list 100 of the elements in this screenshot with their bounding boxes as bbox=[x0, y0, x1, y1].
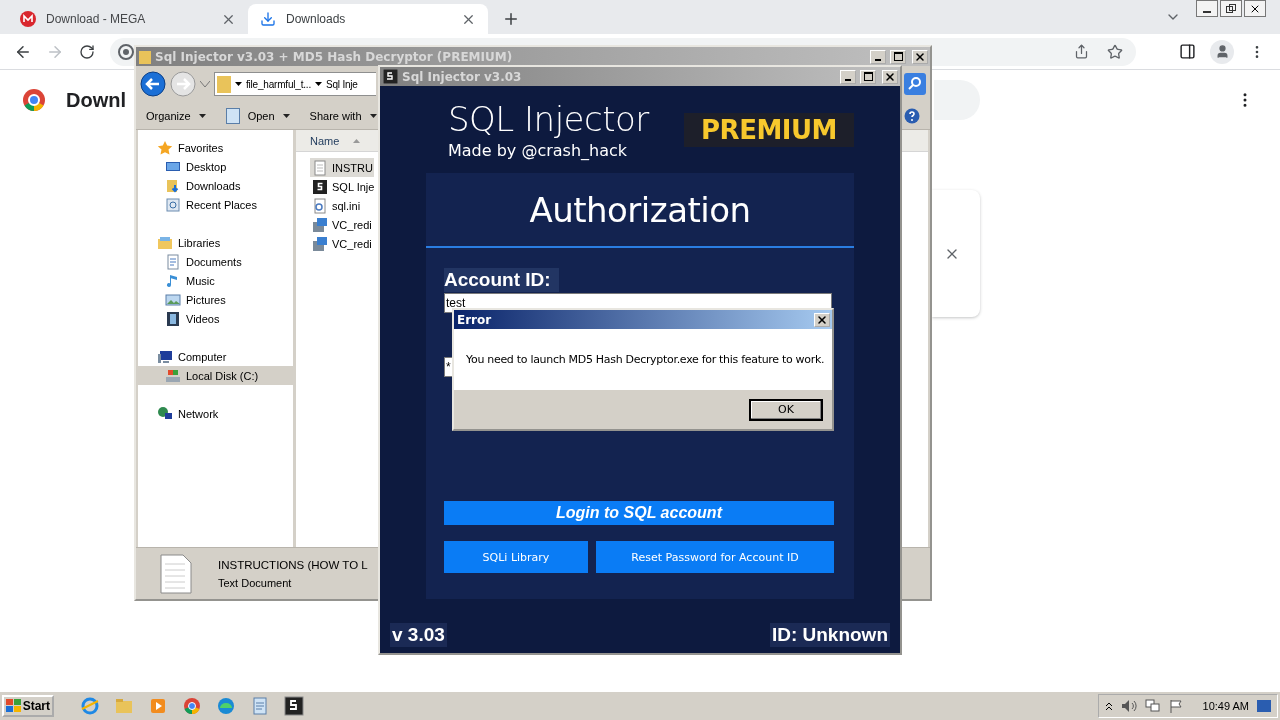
installer-icon bbox=[312, 235, 328, 252]
search-icon[interactable] bbox=[904, 73, 926, 95]
browser-tab[interactable]: Downloads bbox=[248, 4, 488, 34]
close-button[interactable] bbox=[1244, 0, 1266, 17]
app-icon bbox=[312, 178, 328, 195]
letter-circle-icon bbox=[20, 11, 36, 27]
file-name: INSTRUCTIONS (HOW TO L bbox=[218, 558, 368, 571]
chevron-up-icon[interactable] bbox=[1104, 701, 1113, 711]
nav-item[interactable]: Recent Places bbox=[138, 195, 293, 214]
caret-icon bbox=[282, 113, 290, 118]
file-item[interactable]: VC_redi bbox=[310, 234, 374, 253]
folder-icon bbox=[217, 75, 231, 93]
document-icon bbox=[165, 253, 181, 270]
nav-item[interactable]: Videos bbox=[138, 309, 293, 328]
flag-icon[interactable] bbox=[1168, 699, 1183, 713]
minimize-icon bbox=[875, 58, 881, 61]
download-icon bbox=[260, 11, 276, 27]
panel-heading: Authorization bbox=[426, 173, 854, 248]
app-icon[interactable] bbox=[282, 694, 306, 718]
caret-icon bbox=[314, 82, 322, 86]
file-item[interactable]: sql.ini bbox=[310, 196, 374, 215]
maximize-button[interactable] bbox=[890, 49, 906, 64]
file-item[interactable]: INSTRU bbox=[310, 158, 374, 177]
minimize-button[interactable] bbox=[1196, 0, 1218, 17]
minimize-icon bbox=[1203, 10, 1211, 13]
restore-icon bbox=[1226, 4, 1236, 13]
toolbar-button[interactable]: Open bbox=[225, 107, 290, 124]
reload-button[interactable] bbox=[78, 42, 96, 61]
star-icon[interactable] bbox=[1106, 42, 1124, 61]
windows-logo-icon bbox=[6, 699, 21, 713]
ok-button[interactable]: OK bbox=[749, 398, 823, 421]
browser-logo-icon bbox=[22, 88, 46, 112]
library-icon bbox=[157, 234, 173, 251]
help-icon[interactable] bbox=[904, 107, 920, 124]
restore-button[interactable] bbox=[1220, 0, 1242, 17]
address-field[interactable]: file_harmful_t... Sql Inje bbox=[214, 72, 376, 96]
computer-icon bbox=[157, 348, 173, 365]
toolbar-button[interactable]: Share with bbox=[309, 109, 377, 122]
premium-badge: PREMIUM bbox=[684, 112, 854, 147]
caret-icon[interactable] bbox=[200, 81, 210, 87]
nav-item[interactable]: Documents bbox=[138, 252, 293, 271]
window-title: Sql Injector v3.03 + MD5 Hash Decryptor (PREMIUM) bbox=[155, 49, 514, 64]
action-button[interactable]: SQLi Library bbox=[444, 541, 588, 573]
credit-text: Made by @crash_hack bbox=[448, 141, 629, 160]
folder-icon bbox=[139, 49, 151, 64]
film-icon bbox=[165, 310, 181, 327]
toolbar-button[interactable]: Organize bbox=[146, 109, 206, 122]
close-icon bbox=[884, 70, 896, 83]
nav-item[interactable]: Local Disk (C:) bbox=[138, 366, 293, 385]
window-title: Sql Injector v3.03 bbox=[402, 69, 523, 84]
nav-item[interactable]: Network bbox=[138, 404, 293, 423]
nav-item[interactable]: Music bbox=[138, 271, 293, 290]
folder-icon bbox=[165, 177, 181, 194]
back-icon[interactable] bbox=[140, 71, 166, 97]
pictures-icon bbox=[165, 291, 181, 308]
close-icon bbox=[914, 50, 926, 63]
app-title: SQL Injector bbox=[448, 99, 649, 139]
text-file-icon bbox=[160, 553, 192, 594]
start-button[interactable]: Start bbox=[2, 695, 54, 717]
clock[interactable]: 10:49 AM bbox=[1202, 700, 1249, 712]
installer-icon bbox=[312, 216, 328, 233]
notepad-icon bbox=[225, 107, 240, 124]
nav-item[interactable]: Favorites bbox=[138, 138, 293, 157]
side-panel-icon[interactable] bbox=[1178, 42, 1196, 61]
page-heading: Downl bbox=[66, 88, 126, 112]
browser-logo-icon bbox=[118, 43, 134, 60]
browser-tab[interactable]: Download - MEGA bbox=[8, 4, 248, 34]
file-item[interactable]: VC_redi bbox=[310, 215, 374, 234]
action-button[interactable]: Reset Password for Account ID bbox=[596, 541, 834, 573]
nav-item[interactable]: Downloads bbox=[138, 176, 293, 195]
maximize-icon bbox=[863, 72, 873, 81]
speaker-icon[interactable] bbox=[1120, 699, 1137, 713]
maximize-button[interactable] bbox=[860, 69, 876, 84]
settings-file-icon bbox=[312, 197, 328, 214]
caret-icon bbox=[235, 82, 242, 86]
file-type: Text Document bbox=[218, 576, 293, 589]
nav-item[interactable]: Desktop bbox=[138, 157, 293, 176]
star-icon bbox=[157, 139, 173, 156]
nav-item[interactable]: Libraries bbox=[138, 233, 293, 252]
caret-icon bbox=[198, 113, 206, 118]
drive-icon bbox=[165, 367, 181, 384]
close-icon bbox=[816, 313, 828, 326]
app-icon bbox=[383, 69, 398, 84]
avatar-icon[interactable] bbox=[1210, 39, 1234, 64]
text-file-icon bbox=[312, 159, 328, 176]
login-button[interactable]: Login to SQL account bbox=[444, 501, 834, 525]
minimize-icon bbox=[845, 78, 851, 81]
plus-icon bbox=[502, 10, 520, 28]
column-header[interactable]: Name bbox=[296, 130, 374, 152]
nav-item[interactable]: Pictures bbox=[138, 290, 293, 309]
version-text: v 3.03 bbox=[390, 623, 447, 647]
field-label: Account ID: bbox=[444, 268, 559, 292]
nav-item[interactable]: Computer bbox=[138, 347, 293, 366]
caret-icon bbox=[369, 113, 377, 118]
dialog-title: Error bbox=[457, 312, 493, 327]
file-item[interactable]: SQL Inje bbox=[310, 177, 374, 196]
error-message: You need to launch MD5 Hash Decryptor.exe for this feature to work. bbox=[466, 353, 825, 366]
id-status-text: ID: Unknown bbox=[769, 623, 890, 647]
sort-arrow-icon bbox=[353, 138, 361, 143]
maximize-icon bbox=[893, 52, 903, 61]
